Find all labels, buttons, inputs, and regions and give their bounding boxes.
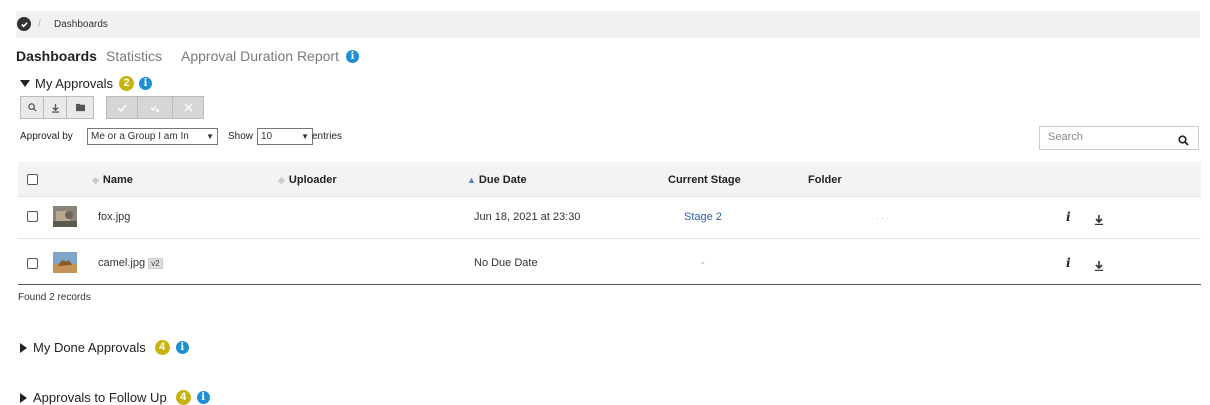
follow-up-toggle[interactable]: Approvals to Follow Up 4 i [20, 390, 210, 405]
info-icon[interactable]: i [346, 50, 359, 63]
expand-triangle-icon [20, 342, 27, 353]
search-icon[interactable] [1178, 133, 1189, 151]
column-header-current-stage[interactable]: Current Stage [668, 174, 741, 186]
search-icon[interactable] [21, 97, 44, 118]
collapse-triangle-icon [20, 80, 30, 87]
records-count: Found 2 records [18, 292, 91, 303]
info-icon[interactable]: i [139, 77, 153, 90]
tab-dashboards[interactable]: Dashboards [16, 48, 97, 64]
row-divider [18, 196, 1201, 197]
sort-icon: ◆ [92, 175, 99, 185]
done-approvals-count-badge: 4 [154, 340, 170, 355]
follow-up-title: Approvals to Follow Up [33, 390, 167, 405]
due-date: Jun 18, 2021 at 23:30 [474, 211, 581, 223]
toolbar-approval-actions [106, 96, 204, 119]
download-icon[interactable] [1095, 212, 1103, 230]
done-approvals-toggle[interactable]: My Done Approvals 4 i [20, 340, 189, 355]
chevron-down-icon: ▼ [301, 132, 309, 141]
partial-approve-icon[interactable] [138, 97, 173, 118]
column-header-due-date[interactable]: ▲ Due Date [467, 174, 527, 186]
column-name-label: Name [102, 174, 133, 186]
approval-by-value: Me or a Group I am In [91, 131, 189, 142]
sort-ascending-icon: ▲ [467, 175, 476, 185]
file-name-cell: camel.jpg v2 [98, 257, 163, 269]
column-header-folder[interactable]: Folder [808, 174, 842, 186]
breadcrumb-separator: / [38, 19, 41, 30]
column-header-uploader[interactable]: ◆ Uploader [278, 174, 337, 186]
reject-icon[interactable] [173, 97, 203, 118]
toolbar-actions [20, 96, 94, 119]
breadcrumb-current[interactable]: Dashboards [54, 19, 108, 30]
my-approvals-toggle[interactable]: My Approvals 2 i [20, 76, 153, 91]
info-icon[interactable]: i [196, 391, 210, 404]
fox-thumbnail[interactable] [53, 206, 77, 227]
info-i-icon[interactable]: i [1066, 256, 1071, 270]
tab-statistics[interactable]: Statistics [106, 48, 162, 64]
info-i-icon[interactable]: i [1066, 210, 1071, 224]
row-divider [18, 238, 1201, 239]
chevron-down-icon: ▼ [206, 132, 214, 141]
select-all-checkbox[interactable] [27, 174, 38, 185]
approval-by-select[interactable]: Me or a Group I am In ▼ [87, 128, 218, 145]
home-check-icon[interactable] [17, 17, 31, 31]
info-icon[interactable]: i [175, 341, 189, 354]
done-approvals-title: My Done Approvals [33, 340, 146, 355]
folder-path[interactable]: . . . [876, 211, 889, 221]
table-header [18, 162, 1201, 196]
approval-by-label: Approval by [20, 131, 73, 142]
file-name-link[interactable]: fox.jpg [98, 211, 130, 223]
column-uploader-label: Uploader [288, 174, 337, 186]
column-due-date-label: Due Date [478, 174, 527, 186]
approve-check-icon[interactable] [107, 97, 138, 118]
camel-thumbnail[interactable] [53, 252, 77, 273]
entries-label: entries [312, 131, 343, 142]
entries-value: 10 [261, 131, 273, 142]
row-checkbox[interactable] [27, 258, 38, 269]
download-icon[interactable] [44, 97, 67, 118]
my-approvals-title: My Approvals [35, 76, 114, 91]
breadcrumb [16, 11, 1200, 38]
search-placeholder: Search [1048, 131, 1083, 143]
entries-select[interactable]: 10 ▼ [257, 128, 313, 145]
due-date: No Due Date [474, 257, 538, 269]
current-stage-link[interactable]: Stage 2 [684, 211, 722, 223]
file-name-link[interactable]: camel.jpg [98, 257, 145, 269]
my-approvals-count-badge: 2 [119, 76, 135, 91]
download-icon[interactable] [1095, 258, 1103, 276]
version-badge: v2 [148, 258, 163, 269]
follow-up-count-badge: 4 [175, 390, 191, 405]
folder-icon[interactable] [67, 97, 93, 118]
sort-icon: ◆ [278, 175, 285, 185]
row-checkbox[interactable] [27, 211, 38, 222]
current-stage: - [701, 257, 705, 269]
column-header-name[interactable]: ◆ Name [92, 174, 133, 186]
expand-triangle-icon [20, 392, 27, 403]
tab-approval-duration-report[interactable]: Approval Duration Report [181, 48, 339, 64]
show-label: Show [228, 131, 254, 142]
